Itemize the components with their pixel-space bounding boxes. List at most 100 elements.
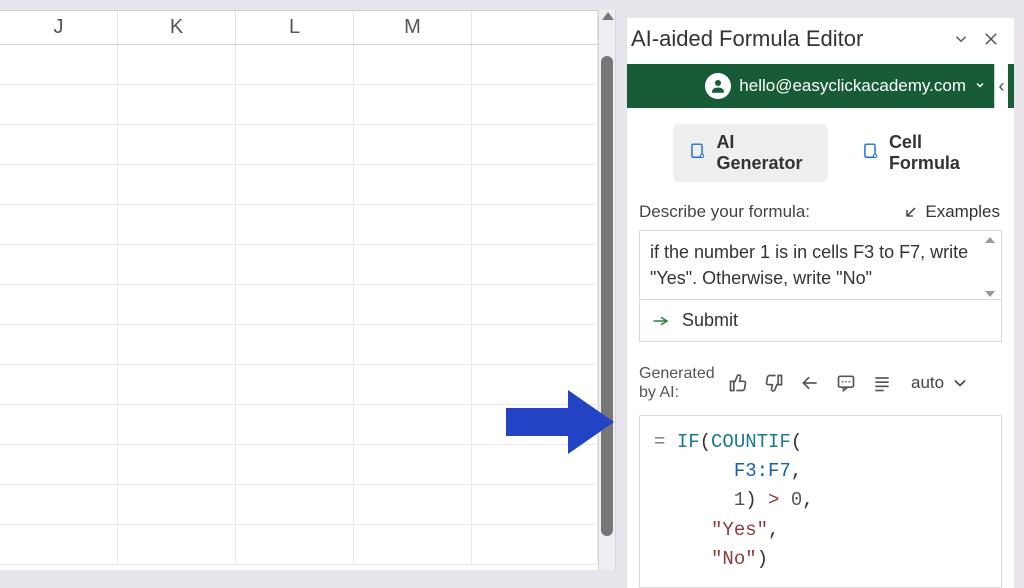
table-row[interactable] [0, 525, 598, 565]
cell[interactable] [0, 125, 118, 164]
cell[interactable] [0, 485, 118, 524]
examples-link[interactable]: Examples [903, 202, 1000, 222]
column-header[interactable]: J [0, 11, 118, 44]
cell[interactable] [472, 445, 598, 484]
table-row[interactable] [0, 285, 598, 325]
cell[interactable] [236, 365, 354, 404]
cell[interactable] [118, 165, 236, 204]
cell[interactable] [354, 125, 472, 164]
cell[interactable] [236, 245, 354, 284]
cell[interactable] [354, 365, 472, 404]
cell[interactable] [236, 445, 354, 484]
cell[interactable] [118, 285, 236, 324]
table-row[interactable] [0, 325, 598, 365]
cell[interactable] [118, 205, 236, 244]
cell[interactable] [354, 485, 472, 524]
cell[interactable] [354, 205, 472, 244]
cell[interactable] [472, 125, 598, 164]
cell[interactable] [0, 165, 118, 204]
cell[interactable] [236, 205, 354, 244]
cell[interactable] [354, 85, 472, 124]
column-header[interactable]: L [236, 11, 354, 44]
mode-dropdown[interactable]: auto [911, 373, 970, 393]
table-row[interactable] [0, 245, 598, 285]
cell[interactable] [472, 325, 598, 364]
cell[interactable] [0, 245, 118, 284]
comment-button[interactable] [835, 372, 857, 394]
cell[interactable] [472, 525, 598, 564]
cell[interactable] [472, 205, 598, 244]
cell[interactable] [472, 405, 598, 444]
tab-ai-generator[interactable]: AI Generator [673, 124, 828, 182]
cell[interactable] [0, 85, 118, 124]
cell[interactable] [472, 365, 598, 404]
cell[interactable] [236, 85, 354, 124]
submit-button[interactable]: Submit [639, 300, 1002, 342]
cell[interactable] [354, 525, 472, 564]
cell[interactable] [472, 285, 598, 324]
scrollbar-arrow-up-icon[interactable] [602, 12, 614, 20]
cell[interactable] [0, 325, 118, 364]
spreadsheet-grid[interactable]: JKLM [0, 10, 598, 570]
cell[interactable] [0, 45, 118, 84]
cell[interactable] [236, 45, 354, 84]
account-dropdown-icon[interactable] [974, 76, 986, 96]
column-header[interactable]: K [118, 11, 236, 44]
cell[interactable] [236, 125, 354, 164]
table-row[interactable] [0, 485, 598, 525]
cell[interactable] [236, 485, 354, 524]
cell[interactable] [472, 485, 598, 524]
generated-formula-output[interactable]: = IF(COUNTIF( F3:F7, 1) > 0, "Yes", "No"… [639, 415, 1002, 588]
vertical-scrollbar[interactable] [598, 10, 616, 570]
table-row[interactable] [0, 405, 598, 445]
back-button[interactable] [799, 372, 821, 394]
cell[interactable] [354, 325, 472, 364]
tab-cell-formula[interactable]: Cell Formula [846, 124, 1001, 182]
cell[interactable] [118, 525, 236, 564]
formula-description-textarea[interactable]: if the number 1 is in cells F3 to F7, wr… [639, 230, 1002, 300]
table-row[interactable] [0, 365, 598, 405]
cell[interactable] [472, 165, 598, 204]
cell[interactable] [472, 245, 598, 284]
cell[interactable] [118, 485, 236, 524]
format-lines-button[interactable] [871, 372, 893, 394]
table-row[interactable] [0, 85, 598, 125]
cell[interactable] [354, 445, 472, 484]
cell[interactable] [0, 525, 118, 564]
table-row[interactable] [0, 165, 598, 205]
scroll-up-icon[interactable] [985, 237, 995, 243]
cell[interactable] [118, 85, 236, 124]
scroll-down-icon[interactable] [985, 291, 995, 297]
panel-collapse-tab[interactable]: ‹ [994, 64, 1008, 108]
cell[interactable] [118, 405, 236, 444]
close-button[interactable] [980, 28, 1002, 50]
cell[interactable] [472, 45, 598, 84]
cell[interactable] [118, 45, 236, 84]
table-row[interactable] [0, 445, 598, 485]
cell[interactable] [354, 405, 472, 444]
cell[interactable] [236, 325, 354, 364]
thumbs-down-button[interactable] [763, 372, 785, 394]
cell[interactable] [118, 125, 236, 164]
cell[interactable] [236, 525, 354, 564]
cell[interactable] [118, 325, 236, 364]
table-row[interactable] [0, 45, 598, 85]
cell[interactable] [354, 165, 472, 204]
thumbs-up-button[interactable] [727, 372, 749, 394]
cell[interactable] [0, 365, 118, 404]
table-row[interactable] [0, 205, 598, 245]
scrollbar-thumb[interactable] [601, 56, 613, 536]
cell[interactable] [354, 245, 472, 284]
cell[interactable] [0, 205, 118, 244]
column-header[interactable]: M [354, 11, 472, 44]
cell[interactable] [118, 365, 236, 404]
cell[interactable] [472, 85, 598, 124]
cell[interactable] [354, 45, 472, 84]
cell[interactable] [118, 245, 236, 284]
cell[interactable] [236, 165, 354, 204]
account-bar[interactable]: hello@easyclickacademy.com ‹ [627, 64, 1014, 108]
cell[interactable] [118, 445, 236, 484]
table-row[interactable] [0, 125, 598, 165]
textarea-scrollbar[interactable] [985, 237, 997, 297]
cell[interactable] [0, 445, 118, 484]
